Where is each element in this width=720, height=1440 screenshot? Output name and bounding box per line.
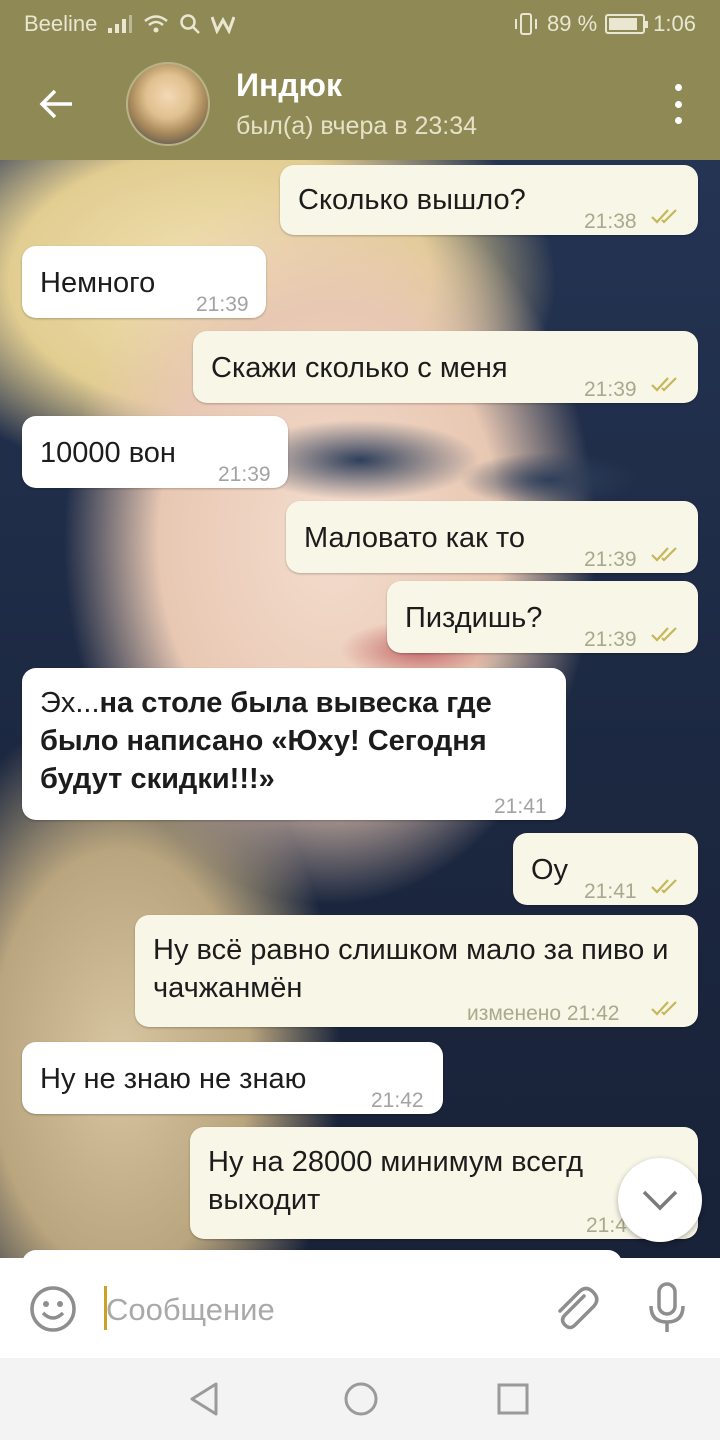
message-text: Пиздишь? [405, 602, 543, 634]
message-incoming[interactable]: Эх...на столе была вывеска где было напи… [22, 668, 566, 820]
read-ticks-icon [651, 879, 677, 894]
back-button[interactable] [24, 72, 88, 136]
message-outgoing[interactable]: Ну всё равно слишком мало за пиво и чачж… [135, 915, 698, 1027]
scroll-down-button[interactable] [618, 1158, 702, 1242]
contact-name: Индюк [236, 67, 342, 103]
chat-header: Индюк был(а) вчера в 23:34 [0, 48, 720, 160]
read-ticks-icon [651, 1001, 677, 1016]
composer [0, 1258, 720, 1358]
nav-recent-apps-icon[interactable] [496, 1382, 530, 1416]
avatar[interactable] [126, 62, 210, 146]
microphone-icon [649, 1282, 685, 1332]
microphone-button[interactable] [642, 1280, 692, 1336]
more-vertical-icon[interactable] [666, 84, 690, 124]
emoji-button[interactable] [28, 1284, 78, 1334]
read-ticks-icon [651, 377, 677, 392]
smiley-icon [30, 1286, 76, 1332]
message-text: Ну не знаю не знаю [40, 1063, 307, 1095]
message-time: 21:39 [196, 293, 249, 316]
read-ticks-icon [651, 209, 677, 224]
wifi-icon [143, 14, 169, 34]
message-outgoing[interactable]: Маловато как то 21:39 [286, 501, 698, 573]
message-list[interactable]: Сколько вышло? 21:38 Немного 21:39 Скажи… [0, 160, 720, 1258]
edited-label: изменено [467, 1002, 562, 1025]
system-nav-bar [0, 1358, 720, 1440]
message-time: 21:39 [584, 628, 637, 651]
message-incoming[interactable] [22, 1250, 622, 1258]
message-text: Скажи сколько с меня [211, 352, 508, 384]
message-input[interactable] [106, 1288, 526, 1332]
message-time: 21:38 [584, 210, 637, 233]
message-time: 21:42 [371, 1089, 424, 1112]
message-time: 21:41 [584, 880, 637, 903]
message-text: Ну на 28000 минимум всегд выходит [208, 1146, 584, 1216]
message-outgoing[interactable]: Пиздишь? 21:39 [387, 581, 698, 653]
message-incoming[interactable]: Ну не знаю не знаю 21:42 [22, 1042, 443, 1114]
message-text: Эх...на столе была вывеска где было напи… [40, 684, 550, 798]
message-text-bold: на столе была вывеска где было написано … [40, 687, 492, 795]
message-time: 21:39 [218, 463, 271, 486]
message-time: изменено 21:42 [467, 995, 619, 1033]
message-incoming[interactable]: 10000 вон 21:39 [22, 416, 288, 488]
message-time: 21:39 [584, 378, 637, 401]
message-text: Оу [531, 854, 569, 886]
read-ticks-icon [651, 627, 677, 642]
nav-home-icon[interactable] [342, 1380, 380, 1418]
search-icon [179, 13, 201, 35]
contact-info[interactable]: Индюк был(а) вчера в 23:34 [236, 67, 477, 141]
message-text: Сколько вышло? [298, 184, 526, 216]
carrier-label: Beeline [24, 11, 98, 36]
message-incoming[interactable]: Немного 21:39 [22, 246, 266, 318]
message-text: Немного [40, 267, 156, 299]
message-outgoing[interactable]: Скажи сколько с меня 21:39 [193, 331, 698, 403]
battery-percent: 89 % [547, 11, 598, 36]
battery-icon [605, 14, 649, 34]
chevron-down-icon [642, 1190, 678, 1211]
message-outgoing[interactable]: Оу 21:41 [513, 833, 698, 905]
message-outgoing[interactable]: Сколько вышло? 21:38 [280, 165, 698, 235]
clock: 1:06 [653, 11, 696, 36]
message-time: 21:39 [584, 548, 637, 571]
message-text-prefix: Эх... [40, 687, 100, 719]
status-bar: Beeline 89 % 1:06 [0, 0, 720, 48]
message-text: 10000 вон [40, 437, 176, 469]
message-time: 21:41 [494, 795, 547, 818]
app-notification-icon [211, 14, 236, 34]
message-time-value: 21:42 [566, 1002, 620, 1025]
last-seen: был(а) вчера в 23:34 [236, 112, 478, 140]
signal-icon [107, 14, 133, 34]
paperclip-icon [558, 1286, 599, 1330]
nav-back-icon[interactable] [186, 1380, 222, 1418]
arrow-left-icon [39, 89, 72, 119]
attach-button[interactable] [548, 1282, 604, 1338]
message-text: Маловато как то [304, 522, 525, 554]
read-ticks-icon [651, 547, 677, 562]
vibrate-icon [513, 12, 539, 36]
